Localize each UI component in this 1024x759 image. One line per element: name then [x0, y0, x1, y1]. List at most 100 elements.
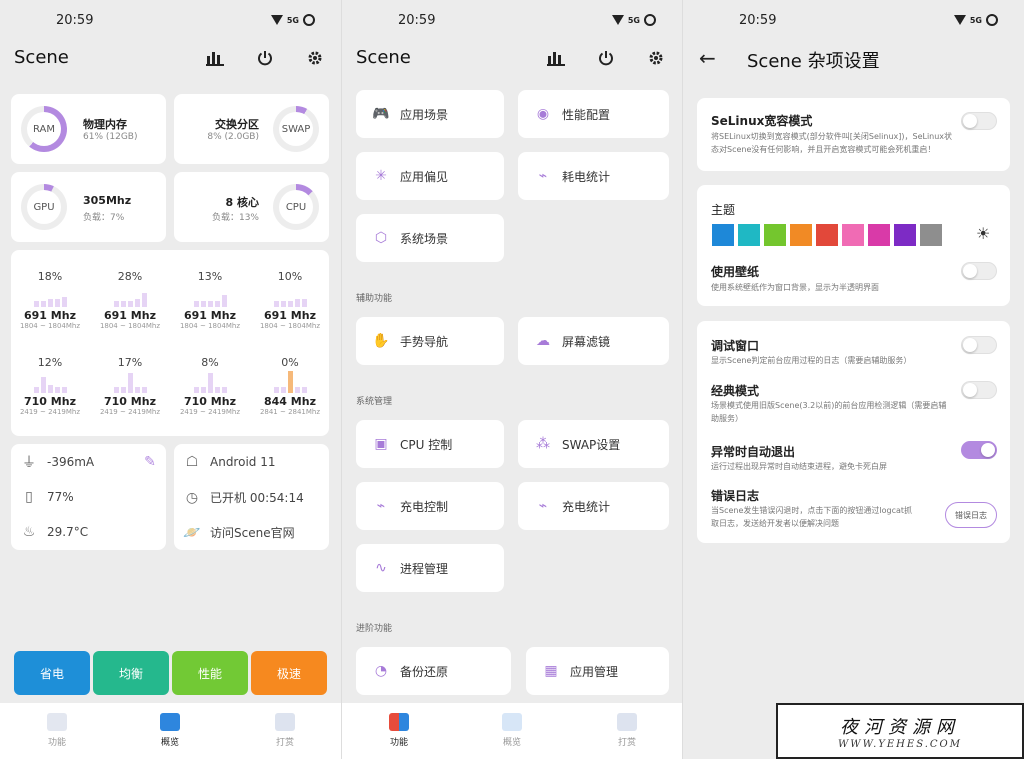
back-arrow-icon[interactable]: ← — [699, 46, 716, 70]
core-freq: 710 Mhz — [104, 395, 156, 408]
button-label: 性能配置 — [562, 107, 611, 122]
nav-overview[interactable]: 概览 — [140, 713, 200, 748]
error-log-button[interactable]: 错误日志 — [945, 502, 997, 528]
app-pref-button[interactable]: ✳ 应用偏见 — [356, 152, 504, 200]
mode-powersave-button[interactable]: 省电 — [14, 651, 90, 695]
temp-row: ♨ 29.7°C — [21, 524, 88, 540]
theme-color-pink[interactable] — [842, 224, 864, 246]
core-history — [15, 285, 85, 307]
core-0: 18% 691 Mhz 1804 ~ 1804Mhz — [15, 270, 85, 330]
app-bar: Scene — [342, 40, 682, 78]
gear-icon[interactable] — [644, 46, 668, 70]
swap-set-button[interactable]: ⁂ SWAP设置 — [518, 420, 669, 468]
website-row[interactable]: 🪐 访问Scene官网 — [183, 524, 295, 541]
theme-color-magenta[interactable] — [868, 224, 890, 246]
selinux-desc-2: 态对Scene没有任何影响，并且开启宽容模式可能会死机重启！ — [711, 145, 936, 154]
cpu-card[interactable]: 8 核心 负载：13% CPU — [174, 172, 329, 242]
watermark-title: 夜河资源网 — [840, 716, 960, 738]
chart-icon[interactable] — [203, 46, 227, 70]
nav-functions[interactable]: 功能 — [369, 713, 429, 748]
perf-config-button[interactable]: ◉ 性能配置 — [518, 90, 669, 138]
ram-gauge-label: RAM — [27, 112, 61, 146]
mode-performance-button[interactable]: 性能 — [172, 651, 248, 695]
wifi-icon — [953, 15, 966, 25]
device-card: ☖ Android 11 ◷ 已开机 00:54:14 🪐 访问Scene官网 — [174, 444, 329, 550]
sys-scene-button[interactable]: ⬡ 系统场景 — [356, 214, 504, 262]
mode-fast-button[interactable]: 极速 — [251, 651, 327, 695]
website-link[interactable]: 访问Scene官网 — [210, 524, 295, 541]
mode-balance-button[interactable]: 均衡 — [93, 651, 169, 695]
section-advanced: 进阶功能 — [356, 624, 393, 634]
brightness-icon[interactable]: ☀ — [976, 224, 990, 243]
theme-color-cyan[interactable] — [738, 224, 760, 246]
clock-icon: ◷ — [185, 489, 199, 506]
ram-card[interactable]: RAM 物理内存 61% (12GB) — [11, 94, 166, 164]
power-icon[interactable] — [253, 46, 277, 70]
core-history — [15, 371, 85, 393]
core-1: 28% 691 Mhz 1804 ~ 1804Mhz — [95, 270, 165, 330]
theme-color-green[interactable] — [764, 224, 786, 246]
clock: 20:59 — [56, 13, 94, 28]
nav-donate[interactable]: 打赏 — [597, 713, 657, 748]
current-value: -396mA — [47, 455, 95, 469]
nav-overview[interactable]: 概览 — [482, 713, 542, 748]
nav-label: 功能 — [389, 738, 408, 748]
selinux-toggle[interactable] — [961, 112, 997, 130]
theme-color-red[interactable] — [816, 224, 838, 246]
power-stats-button[interactable]: ⌁ 耗电统计 — [518, 152, 669, 200]
classic-toggle[interactable] — [961, 381, 997, 399]
core-history — [95, 371, 165, 393]
theme-color-orange[interactable] — [790, 224, 812, 246]
nav-donate[interactable]: 打赏 — [255, 713, 315, 748]
charge-ctrl-button[interactable]: ⌁ 充电控制 — [356, 482, 504, 530]
nav-functions[interactable]: 功能 — [27, 713, 87, 748]
core-range: 2419 ~ 2419Mhz — [19, 408, 81, 416]
status-bar: 20:59 5G — [683, 0, 1024, 40]
battery-charge-icon: ⌁ — [376, 498, 386, 514]
button-label: 充电控制 — [400, 499, 449, 514]
swap-card[interactable]: 交换分区 8% (2.0GB) SWAP — [174, 94, 329, 164]
edit-icon[interactable]: ✎ — [142, 454, 158, 470]
errlog-desc-1: 当Scene发生错误闪退时，点击下面的按钮通过logcat抓 — [711, 506, 913, 515]
cpu-ctrl-button[interactable]: ▣ CPU 控制 — [356, 420, 504, 468]
wallpaper-toggle[interactable] — [961, 262, 997, 280]
core-freq: 691 Mhz — [184, 309, 236, 322]
gear-icon[interactable] — [303, 46, 327, 70]
gpu-card[interactable]: GPU 305Mhz 负载：7% — [11, 172, 166, 242]
debug-desc: 显示Scene判定前台应用过程的日志（需要启辅助服务） — [711, 356, 912, 365]
theme-color-purple[interactable] — [894, 224, 916, 246]
core-range: 1804 ~ 1804Mhz — [19, 322, 81, 330]
section-assist: 辅助功能 — [356, 294, 393, 304]
planet-icon: 🪐 — [183, 524, 201, 541]
debug-toggle[interactable] — [961, 336, 997, 354]
core-load: 10% — [277, 270, 303, 283]
theme-color-blue[interactable] — [712, 224, 734, 246]
chart-icon[interactable] — [544, 46, 568, 70]
gpu-gauge-label: GPU — [27, 190, 61, 224]
core-freq: 710 Mhz — [184, 395, 236, 408]
app-scene-button[interactable]: 🎮 应用场景 — [356, 90, 504, 138]
charge-stats-button[interactable]: ⌁ 充电统计 — [518, 482, 669, 530]
backup-button[interactable]: ◔ 备份还原 — [356, 647, 511, 695]
app-mgr-button[interactable]: ▦ 应用管理 — [526, 647, 669, 695]
grid-icon — [47, 713, 67, 731]
core-load: 8% — [201, 356, 219, 369]
core-load: 28% — [117, 270, 143, 283]
screen-filter-button[interactable]: ☁ 屏幕滤镜 — [518, 317, 669, 365]
swap-title: 交换分区 — [215, 118, 259, 131]
selinux-title: SeLinux宽容模式 — [711, 114, 813, 128]
ram-title: 物理内存 — [83, 118, 127, 131]
gesture-button[interactable]: ✋ 手势导航 — [356, 317, 504, 365]
process-button[interactable]: ∿ 进程管理 — [356, 544, 504, 592]
autoexit-toggle[interactable] — [961, 441, 997, 459]
power-icon[interactable] — [594, 46, 618, 70]
theme-color-gray[interactable] — [920, 224, 942, 246]
flame-icon: ♨ — [22, 524, 36, 540]
selinux-desc-1: 将SELinux切换到宽容模式(部分软件叫[关闭Selinux])，SeLinu… — [711, 132, 953, 141]
hexagon-icon: ⬡ — [374, 230, 388, 246]
button-label: 充电统计 — [562, 499, 611, 514]
button-label: 应用场景 — [400, 107, 449, 122]
core-4: 12% 710 Mhz 2419 ~ 2419Mhz — [15, 356, 85, 416]
gamepad-icon: 🎮 — [372, 106, 390, 122]
temperature: 29.7°C — [47, 525, 89, 539]
